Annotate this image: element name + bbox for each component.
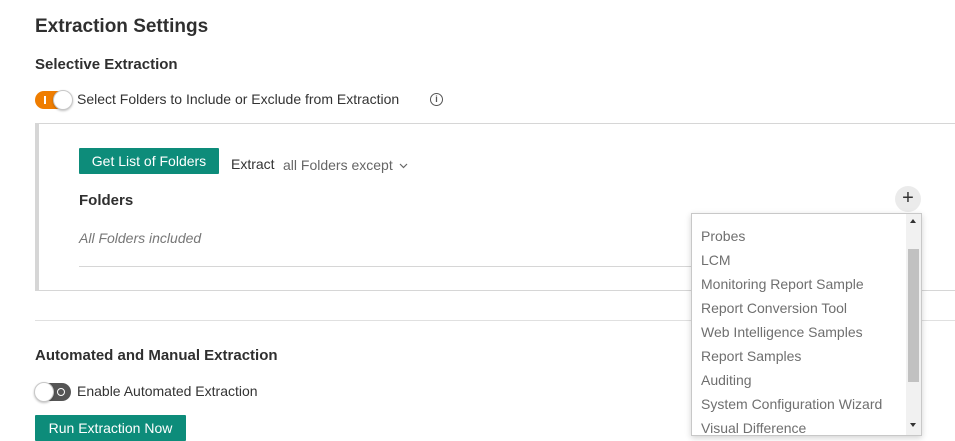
folder-option[interactable]: Web Intelligence Samples	[692, 320, 906, 344]
folder-option[interactable]: Auditing	[692, 368, 906, 392]
toggle-on-indicator-icon	[44, 96, 46, 104]
automated-extraction-toggle-label: Enable Automated Extraction	[77, 383, 258, 399]
toggle-off-indicator-icon	[57, 388, 65, 396]
add-folder-button[interactable]: +	[895, 186, 921, 212]
run-extraction-now-button[interactable]: Run Extraction Now	[35, 415, 186, 441]
folder-option[interactable]: System Configuration Wizard	[692, 392, 906, 416]
folder-option[interactable]: LCM	[692, 248, 906, 272]
folder-option[interactable]: Visual Difference	[692, 416, 906, 435]
scroll-down-arrow-icon[interactable]	[910, 423, 916, 427]
extract-mode-value: all Folders except	[283, 157, 393, 173]
folder-option[interactable]: Probes	[692, 224, 906, 248]
automated-extraction-toggle[interactable]	[34, 382, 71, 402]
folders-divider	[79, 266, 691, 267]
folder-option[interactable]: Report Conversion Tool	[692, 296, 906, 320]
folder-dropdown-list[interactable]: Probes LCM Monitoring Report Sample Repo…	[691, 213, 922, 436]
folder-option[interactable]: Monitoring Report Sample	[692, 272, 906, 296]
chevron-down-icon	[399, 163, 408, 169]
scrollbar-thumb[interactable]	[908, 249, 919, 382]
extract-mode-dropdown[interactable]: all Folders except	[283, 157, 408, 173]
page-title: Extraction Settings	[35, 16, 209, 37]
folder-option[interactable]: Report Samples	[692, 344, 906, 368]
selective-extraction-toggle[interactable]	[35, 90, 73, 110]
folders-heading: Folders	[79, 192, 134, 209]
selective-extraction-heading: Selective Extraction	[35, 56, 178, 73]
folders-empty-message: All Folders included	[79, 230, 202, 246]
selective-extraction-toggle-label: Select Folders to Include or Exclude fro…	[77, 91, 400, 107]
extract-label: Extract	[231, 156, 275, 172]
toggle-knob	[34, 382, 54, 402]
info-icon[interactable]: i	[430, 93, 443, 106]
dropdown-scrollbar[interactable]	[906, 214, 921, 435]
toggle-knob	[53, 90, 73, 110]
automated-extraction-heading: Automated and Manual Extraction	[35, 347, 278, 364]
get-list-of-folders-button[interactable]: Get List of Folders	[79, 148, 219, 174]
scroll-up-arrow-icon[interactable]	[910, 219, 916, 223]
